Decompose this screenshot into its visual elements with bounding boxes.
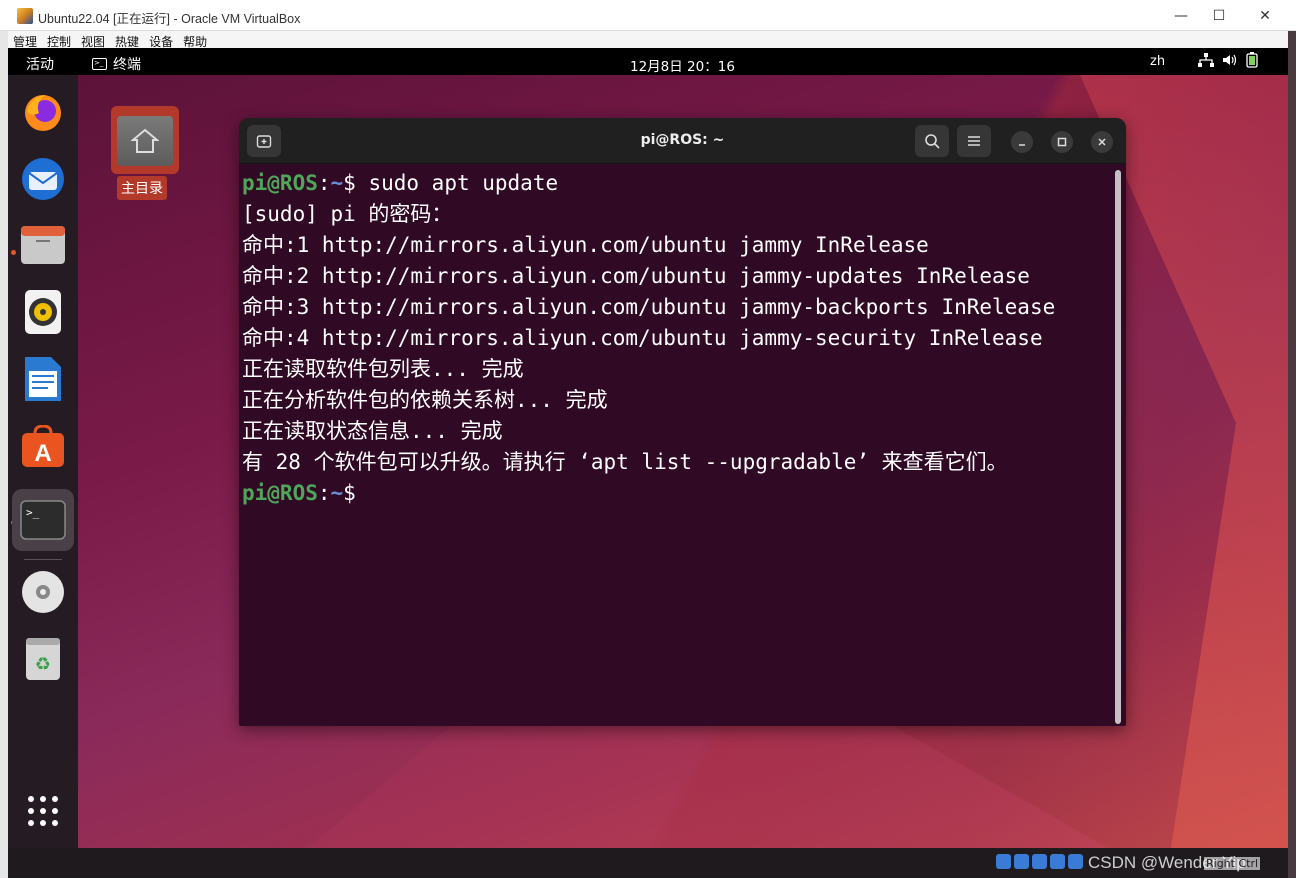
virtualbox-app-icon	[17, 8, 33, 24]
terminal-line: 正在分析软件包的依赖关系树... 完成	[242, 388, 608, 412]
dock-firefox[interactable]	[19, 89, 67, 137]
dock-libreoffice-writer[interactable]	[19, 355, 67, 403]
terminal-icon: >_	[92, 58, 107, 70]
window-titlebar: Ubuntu22.04 [正在运行] - Oracle VM VirtualBo…	[0, 0, 1296, 31]
vm-screen[interactable]: 活动 >_ 终端 12月8日 20：16 zh A >_ ♻ 主目录 pi@RO…	[8, 48, 1288, 848]
terminal-maximize-button[interactable]	[1051, 131, 1073, 153]
terminal-prompt[interactable]: pi@ROS:~$	[242, 478, 1112, 509]
firefox-icon	[25, 95, 61, 131]
terminal-line: 正在读取状态信息... 完成	[242, 419, 503, 443]
terminal-output[interactable]: pi@ROS:~$ sudo apt update [sudo] pi 的密码：…	[242, 168, 1112, 726]
terminal-line: 命中:3 http://mirrors.aliyun.com/ubuntu ja…	[242, 295, 1056, 319]
close-button[interactable]: ✕	[1242, 0, 1288, 31]
window-title: Ubuntu22.04 [正在运行] - Oracle VM VirtualBo…	[38, 12, 301, 26]
terminal-line: 命中:2 http://mirrors.aliyun.com/ubuntu ja…	[242, 264, 1030, 288]
home-folder-icon	[111, 106, 179, 174]
hamburger-icon	[968, 136, 980, 146]
dock-ubuntu-software[interactable]: A	[19, 423, 67, 471]
svg-text:>_: >_	[26, 506, 40, 519]
svg-text:A: A	[34, 440, 51, 467]
menu-button[interactable]	[957, 125, 991, 157]
app-grid-icon	[28, 796, 58, 826]
dock-rhythmbox[interactable]	[19, 288, 67, 336]
menubar: 管理 控制 视图 热键 设备 帮助	[8, 31, 1288, 49]
usb-icon[interactable]	[1068, 854, 1083, 869]
network-icon	[1198, 53, 1214, 67]
dock: A >_ ♻	[8, 75, 78, 848]
active-app-label: 终端	[113, 57, 141, 73]
optical-drive-icon[interactable]	[1014, 854, 1029, 869]
dock-trash[interactable]: ♻	[19, 635, 67, 683]
terminal-scrollbar[interactable]	[1115, 170, 1121, 724]
minimize-icon	[1019, 144, 1025, 146]
dock-files[interactable]	[19, 221, 67, 269]
dock-separator	[24, 559, 62, 560]
terminal-headerbar[interactable]: pi@ROS: ~	[239, 118, 1126, 164]
rhythmbox-icon	[25, 290, 61, 334]
terminal-close-button[interactable]	[1091, 131, 1113, 153]
maximize-icon	[1057, 137, 1067, 147]
running-indicator	[11, 250, 16, 255]
terminal-icon: >_	[20, 500, 66, 540]
hdd-icon[interactable]	[996, 854, 1011, 869]
svg-text:♻: ♻	[35, 654, 51, 675]
search-button[interactable]	[915, 125, 949, 157]
volume-icon	[1223, 54, 1237, 66]
host-key-label: Right Ctrl	[1204, 857, 1261, 870]
system-menu[interactable]	[1198, 52, 1258, 68]
dvd-icon	[22, 571, 64, 613]
vbox-statusbar: CSDN @Wender Yip Right Ctrl	[8, 848, 1288, 878]
window-frame-left	[0, 31, 8, 878]
terminal-window[interactable]: pi@ROS: ~ pi@ROS:~$ sudo apt update [sud…	[239, 118, 1126, 726]
software-store-icon: A	[22, 425, 64, 467]
input-method-indicator[interactable]: zh	[1150, 54, 1165, 69]
home-folder-label: 主目录	[117, 176, 167, 200]
terminal-line: 有 28 个软件包可以升级。请执行 ‘apt list --upgradable…	[242, 450, 1008, 474]
desktop-home-folder[interactable]: 主目录	[111, 106, 179, 202]
activities-button[interactable]: 活动	[26, 54, 54, 74]
terminal-line: 正在读取软件包列表... 完成	[242, 357, 524, 381]
terminal-title: pi@ROS: ~	[640, 132, 725, 148]
search-icon	[925, 134, 940, 149]
window-frame-right	[1288, 31, 1296, 878]
maximize-button[interactable]: ☐	[1196, 0, 1242, 31]
dock-thunderbird[interactable]	[19, 155, 67, 203]
thunderbird-icon	[22, 158, 64, 200]
terminal-line: 命中:4 http://mirrors.aliyun.com/ubuntu ja…	[242, 326, 1043, 350]
terminal-line: [sudo] pi 的密码：	[242, 202, 453, 226]
clock[interactable]: 12月8日 20：16	[630, 55, 735, 75]
battery-icon	[1246, 52, 1258, 68]
trash-icon: ♻	[26, 638, 60, 680]
audio-icon[interactable]	[1032, 854, 1047, 869]
active-app-indicator[interactable]: >_ 终端	[92, 54, 141, 74]
dock-terminal[interactable]: >_	[12, 489, 74, 551]
terminal-line: 命中:1 http://mirrors.aliyun.com/ubuntu ja…	[242, 233, 929, 257]
terminal-minimize-button[interactable]	[1011, 131, 1033, 153]
gnome-topbar: 活动 >_ 终端 12月8日 20：16 zh	[8, 48, 1288, 75]
show-applications-button[interactable]	[19, 787, 67, 835]
vbox-status-icons	[996, 854, 1083, 869]
terminal-line: pi@ROS:~$ sudo apt update	[242, 171, 559, 195]
files-icon	[21, 226, 65, 264]
close-icon	[1098, 138, 1106, 146]
writer-icon	[25, 357, 61, 401]
dock-dvd[interactable]	[19, 568, 67, 616]
network-adapter-icon[interactable]	[1050, 854, 1065, 869]
